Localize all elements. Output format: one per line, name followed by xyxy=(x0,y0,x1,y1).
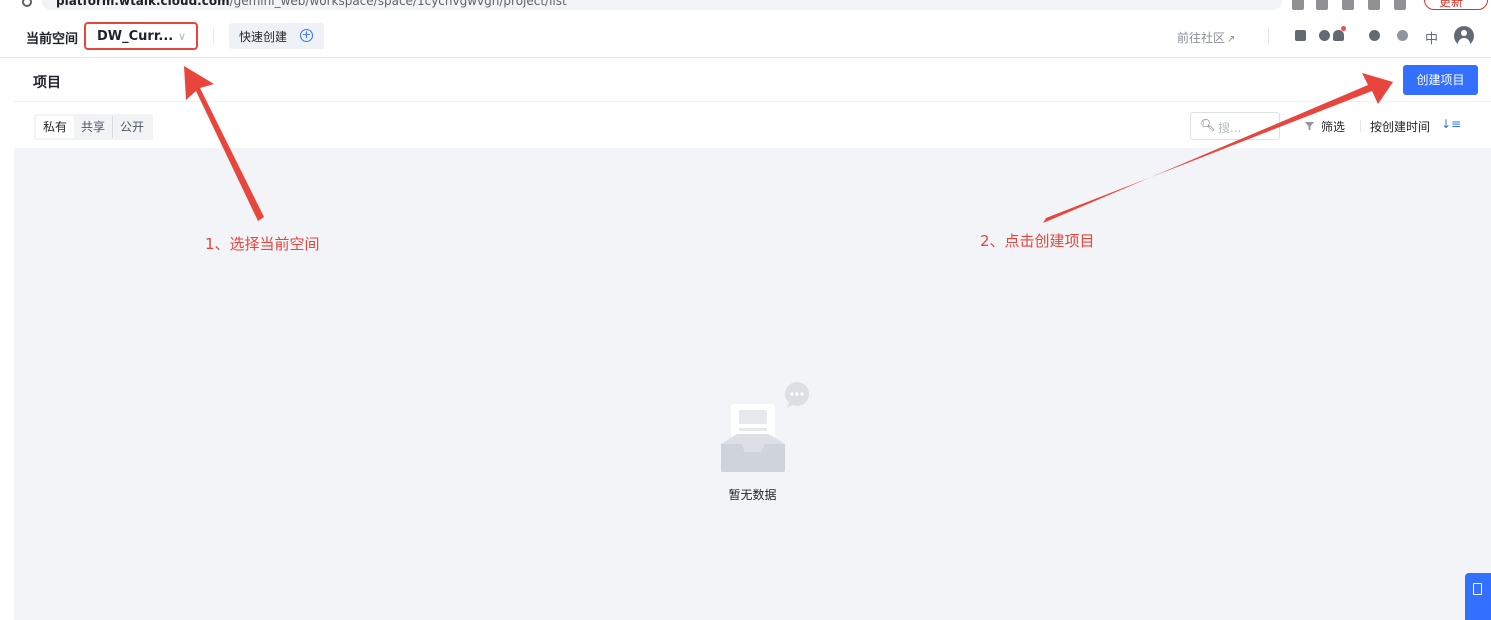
quick-create-button[interactable]: 快速创建 + xyxy=(229,23,324,49)
language-switch[interactable]: 中 xyxy=(1425,28,1438,47)
search-placeholder: 搜... xyxy=(1218,121,1242,135)
external-link-icon: ↗ xyxy=(1227,34,1236,45)
workspace-select-value: DW_Curr... xyxy=(97,29,174,44)
plus-circle-icon: + xyxy=(300,28,313,42)
avatar[interactable] xyxy=(1454,26,1474,46)
tab-public[interactable]: 公开 xyxy=(112,116,151,138)
address-bar[interactable]: platform.wtalk.cloud.com/gemini_web/work… xyxy=(42,0,1282,10)
filter-button[interactable]: 筛选 xyxy=(1321,118,1345,135)
quick-create-label: 快速创建 xyxy=(239,30,288,44)
empty-state-text: 暂无数据 xyxy=(728,488,777,502)
browser-bar: platform.wtalk.cloud.com/gemini_web/work… xyxy=(0,0,1491,14)
community-link[interactable]: 前往社区 ↗ xyxy=(1177,29,1235,46)
page-title: 项目 xyxy=(33,75,61,91)
workspace-label: 当前空间 xyxy=(26,32,79,47)
chevron-down-icon: ∨ xyxy=(178,30,187,43)
page-header: 项目 创建项目 xyxy=(14,58,1491,102)
divider xyxy=(213,28,214,44)
notification-dot xyxy=(1341,26,1346,31)
avatar-body xyxy=(1458,38,1470,46)
filter-icon[interactable] xyxy=(1305,122,1314,130)
question-icon[interactable] xyxy=(1369,30,1380,41)
community-label: 前往社区 xyxy=(1177,31,1226,45)
divider xyxy=(1268,28,1269,44)
bell-icon[interactable] xyxy=(1333,30,1344,41)
url-host: platform.wtalk.cloud.com xyxy=(56,0,230,8)
create-project-button[interactable]: 创建项目 xyxy=(1403,65,1478,95)
site-info-icon[interactable] xyxy=(22,0,32,7)
star-icon[interactable] xyxy=(1316,0,1328,10)
profile-icon[interactable] xyxy=(1394,0,1406,10)
avatar-head xyxy=(1461,30,1467,36)
empty-inbox-icon xyxy=(721,382,809,472)
tab-shared[interactable]: 共享 xyxy=(74,116,112,138)
visibility-tabs: 私有 共享 公开 xyxy=(34,114,154,140)
workspace-select[interactable]: DW_Curr... ∨ xyxy=(84,22,198,50)
sidepanel-icon[interactable] xyxy=(1368,0,1380,10)
top-nav: 当前空间 DW_Curr... ∨ 快速创建 + 前往社区 ↗ 中 xyxy=(0,14,1491,58)
document-icon xyxy=(1473,583,1482,595)
annotation-step-2: 2、点击创建项目 xyxy=(980,232,1095,250)
url-path: /gemini_web/workspace/space/1cycnvgwvgn/… xyxy=(229,0,567,8)
divider xyxy=(1360,120,1361,132)
filter-bar: 私有 共享 公开 🔍︎ 搜... 筛选 按创建时间 ↓≡ xyxy=(14,102,1491,148)
help-circle-icon[interactable] xyxy=(1319,30,1330,41)
update-button[interactable]: 更新 xyxy=(1424,0,1488,10)
sort-button[interactable]: 按创建时间 xyxy=(1370,118,1430,135)
calendar-icon[interactable] xyxy=(1295,30,1306,41)
tab-private[interactable]: 私有 xyxy=(36,116,75,138)
search-icon: 🔍︎ xyxy=(1200,118,1216,132)
annotation-step-1: 1、选择当前空间 xyxy=(205,235,320,253)
search-input[interactable]: 🔍︎ 搜... xyxy=(1190,112,1280,140)
floating-doc-button[interactable] xyxy=(1465,573,1491,620)
project-list: 暂无数据 xyxy=(14,148,1491,620)
sort-icon[interactable]: ↓≡ xyxy=(1441,117,1461,131)
settings-icon[interactable] xyxy=(1397,30,1408,41)
share-icon[interactable] xyxy=(1292,0,1304,10)
extensions-icon[interactable] xyxy=(1342,0,1354,10)
